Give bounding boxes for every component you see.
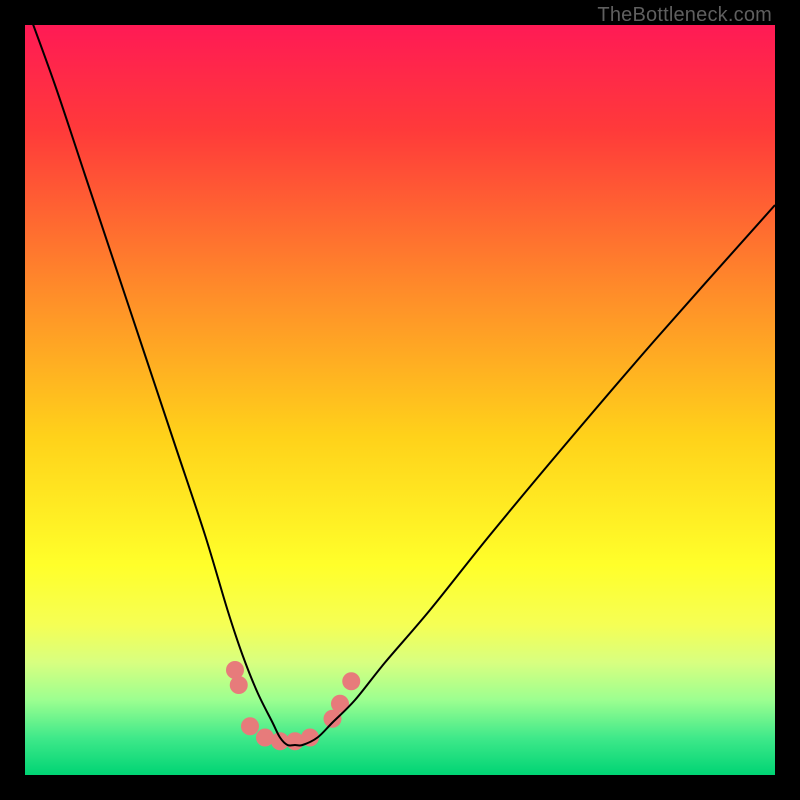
chart-svg	[25, 25, 775, 775]
plot-area	[25, 25, 775, 775]
highlight-dot	[226, 661, 244, 679]
highlight-dot	[256, 729, 274, 747]
watermark-text: TheBottleneck.com	[597, 4, 772, 27]
highlight-dot	[230, 676, 248, 694]
marker-group	[226, 661, 360, 750]
highlight-dot	[342, 672, 360, 690]
chart-frame: TheBottleneck.com	[0, 0, 800, 800]
highlight-dot	[241, 717, 259, 735]
highlight-dot	[286, 732, 304, 750]
bottleneck-curve	[25, 25, 775, 746]
